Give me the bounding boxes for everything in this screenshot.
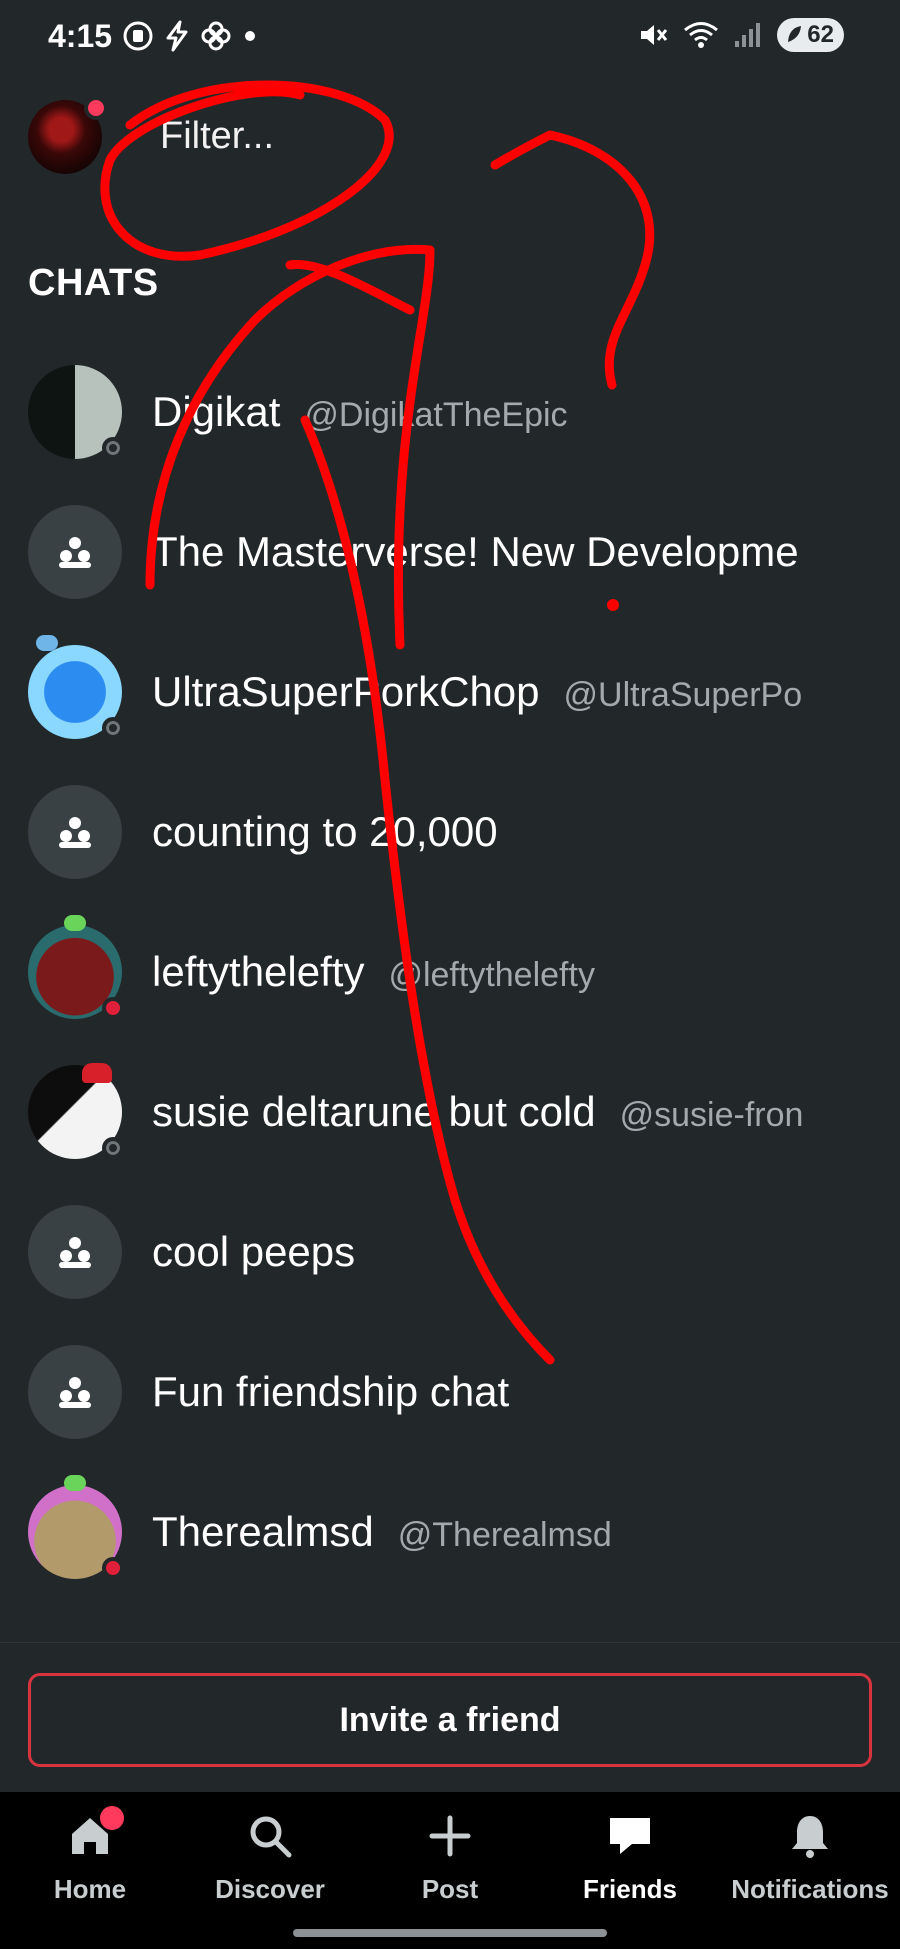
home-indicator[interactable] <box>293 1929 607 1937</box>
group-chat-icon <box>28 1345 122 1439</box>
chat-handle: @susie-fron <box>619 1096 804 1134</box>
presence-offline-icon <box>102 1137 124 1159</box>
plus-icon <box>426 1812 474 1860</box>
chat-list[interactable]: Digikat @DigikatTheEpic The Masterverse!… <box>0 342 900 1638</box>
flash-icon <box>166 20 188 52</box>
santa-hat-icon <box>82 1063 112 1083</box>
chat-name: Digikat <box>152 388 281 435</box>
chat-row-leftythelefty[interactable]: leftythelefty @leftythelefty <box>0 902 900 1042</box>
status-bar: 4:15 62 <box>0 0 900 72</box>
avatar <box>28 1063 124 1159</box>
header <box>0 90 900 180</box>
presence-offline-icon <box>102 717 124 739</box>
chat-name: UltraSuperPorkChop <box>152 668 540 715</box>
avatar <box>28 635 124 739</box>
chat-name: leftythelefty <box>152 948 365 995</box>
bottom-nav: Home Discover Post Friends Notifications <box>0 1792 900 1949</box>
nav-home[interactable]: Home <box>0 1792 180 1949</box>
avatar <box>28 915 124 1019</box>
chat-name: susie deltarune but cold <box>152 1088 596 1135</box>
filter-input[interactable] <box>160 112 860 160</box>
home-notification-dot <box>100 1806 124 1830</box>
chat-name: The Masterverse! New Developme <box>152 528 799 575</box>
section-title-chats: CHATS <box>28 262 159 304</box>
battery-icon: 62 <box>777 18 844 52</box>
dnd-icon <box>123 21 153 51</box>
chat-row-digikat[interactable]: Digikat @DigikatTheEpic <box>0 342 900 482</box>
presence-busy-icon <box>102 997 124 1019</box>
group-chat-icon <box>28 1205 122 1299</box>
chat-bubble-icon <box>606 1812 654 1860</box>
mute-icon <box>641 25 668 45</box>
chat-row-ultrasuperporkchop[interactable]: UltraSuperPorkChop @UltraSuperPo <box>0 622 900 762</box>
nav-label: Friends <box>583 1874 677 1904</box>
nav-label: Home <box>53 1874 127 1904</box>
nav-label: Discover <box>215 1874 325 1904</box>
profile-avatar[interactable] <box>28 96 108 174</box>
chat-name: Therealmsd <box>152 1508 374 1555</box>
chat-handle: @Therealmsd <box>397 1516 612 1554</box>
home-icon <box>66 1806 124 1860</box>
chat-row-susie[interactable]: susie deltarune but cold @susie-fron <box>0 1042 900 1182</box>
chat-name: cool peeps <box>152 1228 356 1275</box>
battery-level: 62 <box>807 21 834 48</box>
profile-notification-dot <box>84 96 108 120</box>
search-icon <box>246 1812 294 1860</box>
chat-handle: @DigikatTheEpic <box>304 396 568 434</box>
signal-icon <box>735 23 761 47</box>
nav-discover[interactable]: Discover <box>180 1792 360 1949</box>
nav-friends[interactable]: Friends <box>540 1792 720 1949</box>
chat-name: Fun friendship chat <box>152 1368 510 1415</box>
chat-name: counting to 20,000 <box>152 808 498 855</box>
chat-row-cool-peeps[interactable]: cool peeps <box>0 1182 900 1322</box>
presence-busy-icon <box>102 1557 124 1579</box>
fan-icon <box>201 21 231 51</box>
nav-label: Notifications <box>731 1874 889 1904</box>
invite-bar: Invite a friend <box>0 1642 900 1792</box>
chat-handle: @leftythelefty <box>388 956 595 994</box>
avatar-decoration-icon <box>36 635 58 651</box>
avatar-decoration-icon <box>64 1475 86 1491</box>
avatar <box>28 365 124 459</box>
nav-notifications[interactable]: Notifications <box>720 1792 900 1949</box>
presence-offline-icon <box>102 437 124 459</box>
group-chat-icon <box>28 785 122 879</box>
chat-row-masterverse[interactable]: The Masterverse! New Developme <box>0 482 900 622</box>
nav-label: Post <box>421 1874 479 1904</box>
chat-handle: @UltraSuperPo <box>563 676 803 714</box>
dot-icon <box>245 31 255 41</box>
group-chat-icon <box>28 505 122 599</box>
wifi-icon <box>684 22 719 48</box>
avatar-decoration-icon <box>64 915 86 931</box>
chat-row-counting[interactable]: counting to 20,000 <box>0 762 900 902</box>
bell-icon <box>786 1812 834 1860</box>
invite-friend-button[interactable]: Invite a friend <box>28 1673 872 1767</box>
nav-post[interactable]: Post <box>360 1792 540 1949</box>
status-time: 4:15 <box>48 18 113 54</box>
avatar <box>28 1475 124 1579</box>
chat-row-fun-friendship[interactable]: Fun friendship chat <box>0 1322 900 1462</box>
chat-row-therealmsd[interactable]: Therealmsd @Therealmsd <box>0 1462 900 1602</box>
